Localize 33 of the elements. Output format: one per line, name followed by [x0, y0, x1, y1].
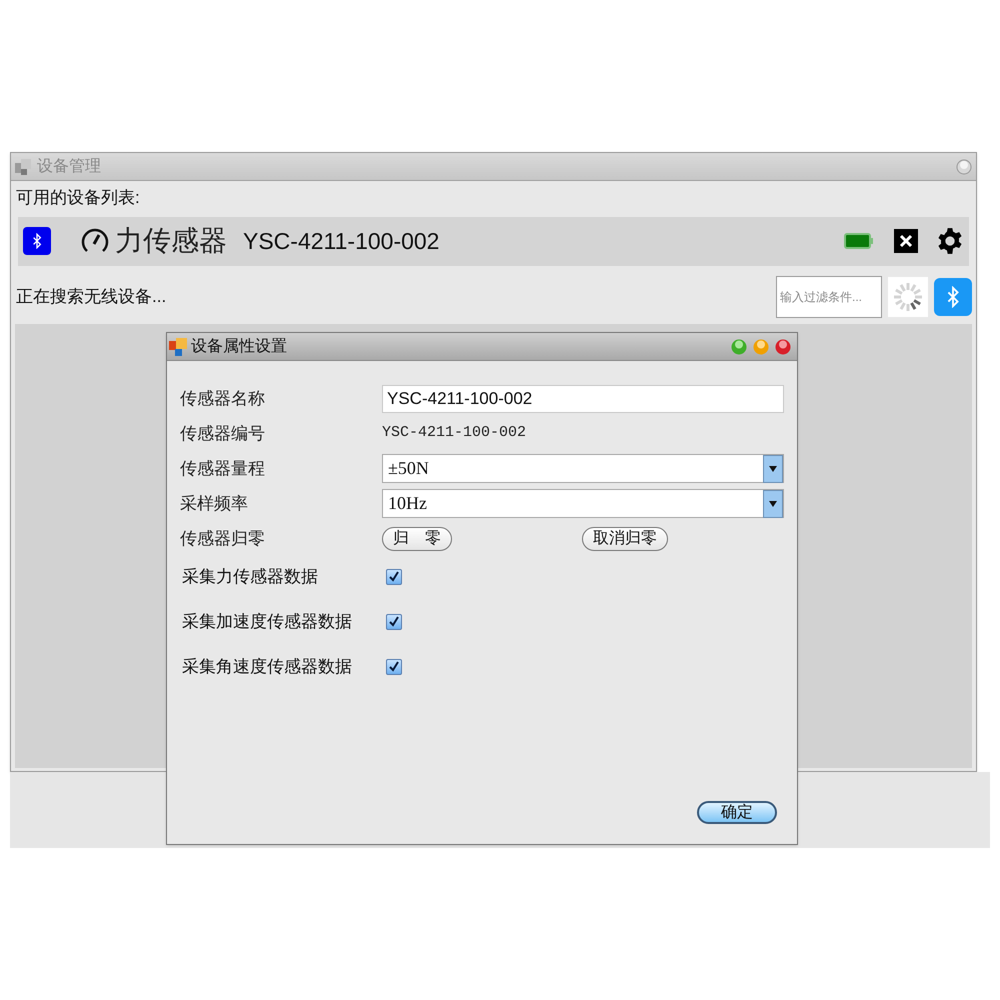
checkbox[interactable] [386, 614, 402, 630]
field-label: 传感器编号 [180, 422, 266, 445]
loading-spinner-icon [888, 276, 928, 316]
dialog-title: 设备属性设置 [191, 336, 287, 356]
serial-value: YSC-4211-100-002 [382, 423, 526, 444]
window-title: 设备管理 [37, 156, 101, 176]
settings-icon[interactable] [936, 227, 964, 255]
field-label: 传感器量程 [180, 458, 266, 480]
bluetooth-button[interactable] [934, 278, 972, 316]
zero-button[interactable]: 取消归零 [582, 526, 668, 550]
battery-icon [844, 232, 874, 250]
checkbox-label: 采集加速度传感器数据 [182, 611, 353, 634]
ok-button[interactable]: 确定 [697, 801, 777, 824]
device-name: 力传感器 [115, 224, 227, 258]
app-icon [15, 158, 31, 174]
checkbox-label: 采集力传感器数据 [182, 566, 319, 588]
checkbox[interactable] [386, 659, 402, 675]
zero-button[interactable]: 归 零 [382, 526, 452, 550]
dropdown-field[interactable]: 10Hz [382, 489, 784, 518]
app-icon [169, 338, 187, 356]
filter-field[interactable]: 输入过滤条件... [776, 276, 882, 318]
checkbox[interactable] [386, 569, 402, 585]
field-label: 传感器归零 [180, 528, 266, 550]
device-row[interactable]: 力传感器 YSC-4211-100-002 [18, 216, 969, 266]
checkbox-label: 采集角速度传感器数据 [182, 656, 353, 678]
bluetooth-icon [23, 227, 51, 255]
field-label: 采样频率 [180, 492, 249, 515]
dropdown-field[interactable]: ±50N [382, 454, 784, 483]
field-label: 传感器名称 [180, 388, 266, 410]
device-serial: YSC-4211-100-002 [243, 226, 440, 256]
name-field[interactable]: YSC-4211-100-002 [382, 384, 784, 412]
list-label: 可用的设备列表: [16, 187, 140, 209]
status-text: 正在搜索无线设备... [16, 286, 166, 308]
